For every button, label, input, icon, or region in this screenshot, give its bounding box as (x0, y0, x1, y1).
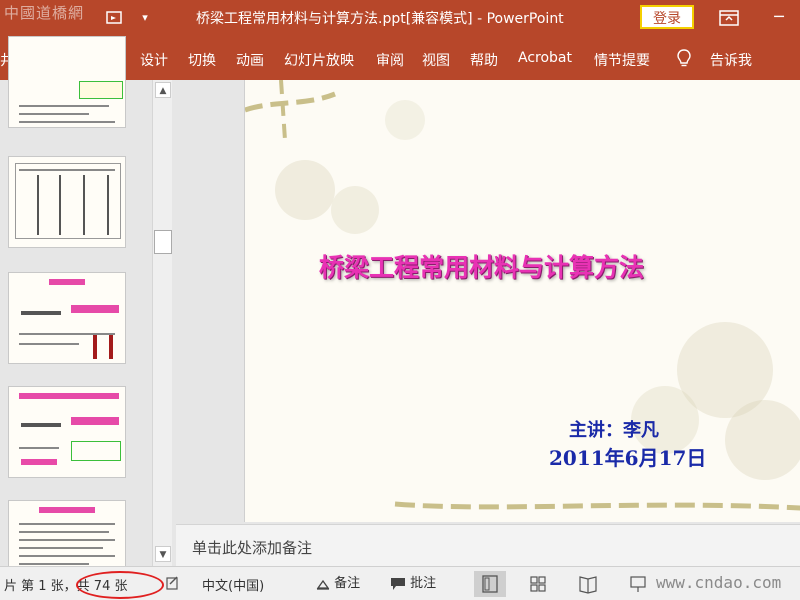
comments-label: 批注 (410, 576, 437, 591)
scroll-up-button[interactable]: ▲ (155, 82, 171, 98)
slideshow-icon (630, 576, 646, 592)
notes-icon (316, 579, 330, 590)
comments-button[interactable]: 批注 (390, 573, 436, 595)
site-logo-watermark: 中國道橋網 (4, 4, 85, 22)
scroll-thumb[interactable] (154, 230, 172, 254)
decorative-background (245, 80, 800, 511)
lightbulb-icon[interactable] (676, 48, 692, 68)
slide-sorter-icon (530, 576, 546, 592)
slide-thumbnail[interactable] (8, 156, 126, 248)
tab-slideshow[interactable]: 幻灯片放映 (284, 50, 354, 70)
thumbnail-scrollbar[interactable]: ▲ ▼ (152, 80, 172, 566)
tab-view[interactable]: 视图 (422, 50, 450, 70)
tab-design[interactable]: 设计 (140, 50, 168, 70)
tab-storyboard[interactable]: 情节提要 (594, 50, 650, 70)
spell-check-icon[interactable] (166, 575, 180, 591)
slide-date[interactable]: 2011年6月17日 (549, 442, 706, 471)
slide-title[interactable]: 桥梁工程常用材料与计算方法 (319, 248, 644, 284)
site-url-watermark: www.cndao.com (656, 573, 782, 592)
notes-toggle-button[interactable]: 备注 (316, 573, 360, 595)
tab-acrobat[interactable]: Acrobat (518, 50, 572, 66)
document-title: 桥梁工程常用材料与计算方法.ppt[兼容模式] - PowerPoint (196, 11, 564, 27)
comment-icon (391, 577, 405, 590)
minimize-button[interactable]: ─ (764, 8, 794, 28)
tab-animations[interactable]: 动画 (236, 50, 264, 70)
undo-icon[interactable] (104, 8, 124, 28)
quick-access-dropdown-icon[interactable]: ▾ (138, 8, 152, 28)
language-indicator[interactable]: 中文(中国) (202, 575, 264, 594)
notes-toggle-label: 备注 (334, 576, 361, 591)
notes-placeholder[interactable]: 单击此处添加备注 (192, 537, 312, 558)
slide-editing-area: 桥梁工程常用材料与计算方法 主讲：李凡 2011年6月17日 (176, 80, 800, 524)
annotation-ellipse (76, 571, 164, 599)
slide-thumbnail-panel: ▲ ▼ (0, 36, 176, 592)
current-slide[interactable]: 桥梁工程常用材料与计算方法 主讲：李凡 2011年6月17日 (244, 80, 800, 522)
tab-review[interactable]: 审阅 (376, 50, 404, 70)
slide-thumbnail[interactable] (8, 386, 126, 478)
slide-thumbnail[interactable] (8, 272, 126, 364)
title-bar: 中國道橋網 ▾ 桥梁工程常用材料与计算方法.ppt[兼容模式] - PowerP… (0, 0, 800, 36)
normal-view-icon (482, 575, 498, 593)
tell-me-search[interactable]: 告诉我 (710, 50, 752, 70)
notes-pane[interactable]: 单击此处添加备注 (176, 524, 800, 566)
reading-view-icon (579, 576, 597, 594)
tab-transitions[interactable]: 切换 (188, 50, 216, 70)
scroll-down-button[interactable]: ▼ (155, 546, 171, 562)
ribbon-display-options-icon[interactable] (718, 8, 740, 28)
slide-thumbnail[interactable] (8, 36, 126, 128)
slideshow-view-button[interactable] (622, 571, 654, 597)
status-bar: 片 第 1 张，共 74 张 中文(中国) 备注 批注 www.cndao.co… (0, 566, 800, 600)
login-button[interactable]: 登录 (640, 5, 694, 29)
slide-presenter[interactable]: 主讲：李凡 (569, 416, 659, 442)
normal-view-button[interactable] (474, 571, 506, 597)
reading-view-button[interactable] (572, 571, 604, 597)
tab-help[interactable]: 帮助 (470, 50, 498, 70)
slide-sorter-view-button[interactable] (522, 571, 554, 597)
